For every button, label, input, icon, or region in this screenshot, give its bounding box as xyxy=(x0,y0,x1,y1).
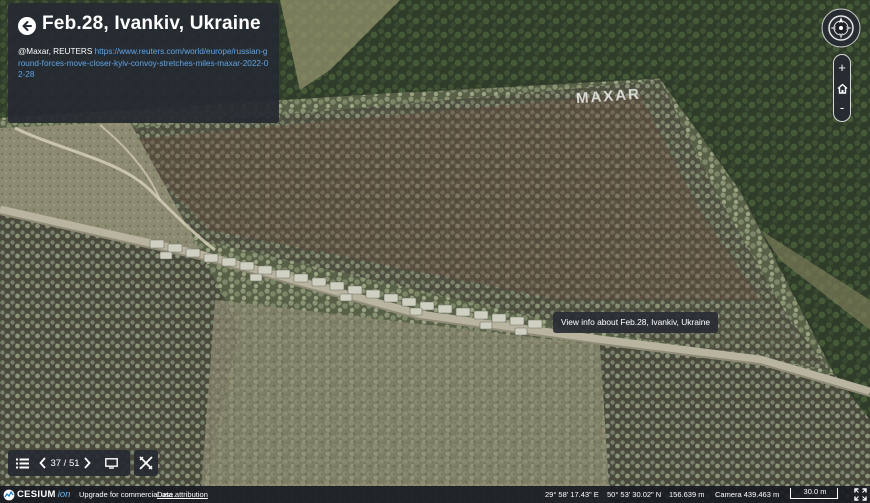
story-title: Feb.28, Ivankiv, Ukraine xyxy=(42,13,261,34)
tools-icon xyxy=(139,456,153,470)
panel-header: Feb.28, Ivankiv, Ukraine xyxy=(18,11,269,36)
hover-tooltip: View info about Feb.28, Ivankiv, Ukraine xyxy=(553,312,718,333)
compass-widget[interactable] xyxy=(821,8,861,48)
back-arrow-icon xyxy=(22,21,32,31)
story-navigation: 37 / 51 xyxy=(8,450,130,476)
distance-scale-bar: 30.0 m xyxy=(790,487,838,499)
next-button[interactable] xyxy=(80,450,94,476)
chevron-left-icon xyxy=(39,457,46,469)
zoom-in-button[interactable]: + xyxy=(834,59,850,77)
previous-button[interactable] xyxy=(36,450,50,476)
status-bar: CESIUM ion Upgrade for commercial use. D… xyxy=(0,486,870,503)
list-icon xyxy=(15,458,29,468)
fullscreen-button[interactable] xyxy=(854,488,867,501)
scale-label: 30.0 m xyxy=(803,487,827,496)
latitude-readout: 50° 53' 30.02" N xyxy=(607,490,662,499)
story-list-button[interactable] xyxy=(8,450,36,476)
compass-icon xyxy=(821,8,861,48)
longitude-readout: 29° 58' 17.43" E xyxy=(545,490,599,499)
tools-button[interactable] xyxy=(134,450,158,476)
presentation-icon xyxy=(104,457,118,469)
home-button[interactable] xyxy=(834,79,850,97)
credit-source: @Maxar, REUTERS xyxy=(18,47,93,56)
height-readout: 156.639 m xyxy=(669,490,705,499)
data-attribution-link[interactable]: Data attribution xyxy=(157,490,208,499)
story-credit: @Maxar, REUTERS https://www.reuters.com/… xyxy=(18,46,269,81)
page-counter: 37 / 51 xyxy=(50,457,80,469)
story-info-panel: Feb.28, Ivankiv, Ukraine @Maxar, REUTERS… xyxy=(8,3,279,123)
fullscreen-icon xyxy=(854,488,867,501)
presentation-button[interactable] xyxy=(94,450,128,476)
camera-height-readout: Camera 439.463 m xyxy=(715,490,780,499)
chevron-right-icon xyxy=(84,457,91,469)
home-icon xyxy=(837,83,847,94)
cesium-logo-text: CESIUM xyxy=(17,489,56,500)
zoom-out-button[interactable]: - xyxy=(834,99,850,117)
cesium-logo-icon xyxy=(3,489,15,500)
cesium-logo[interactable]: CESIUM ion xyxy=(3,488,70,501)
ion-logo-text: ion xyxy=(57,489,71,500)
back-button[interactable] xyxy=(18,17,36,35)
zoom-controls: + - xyxy=(833,54,851,122)
